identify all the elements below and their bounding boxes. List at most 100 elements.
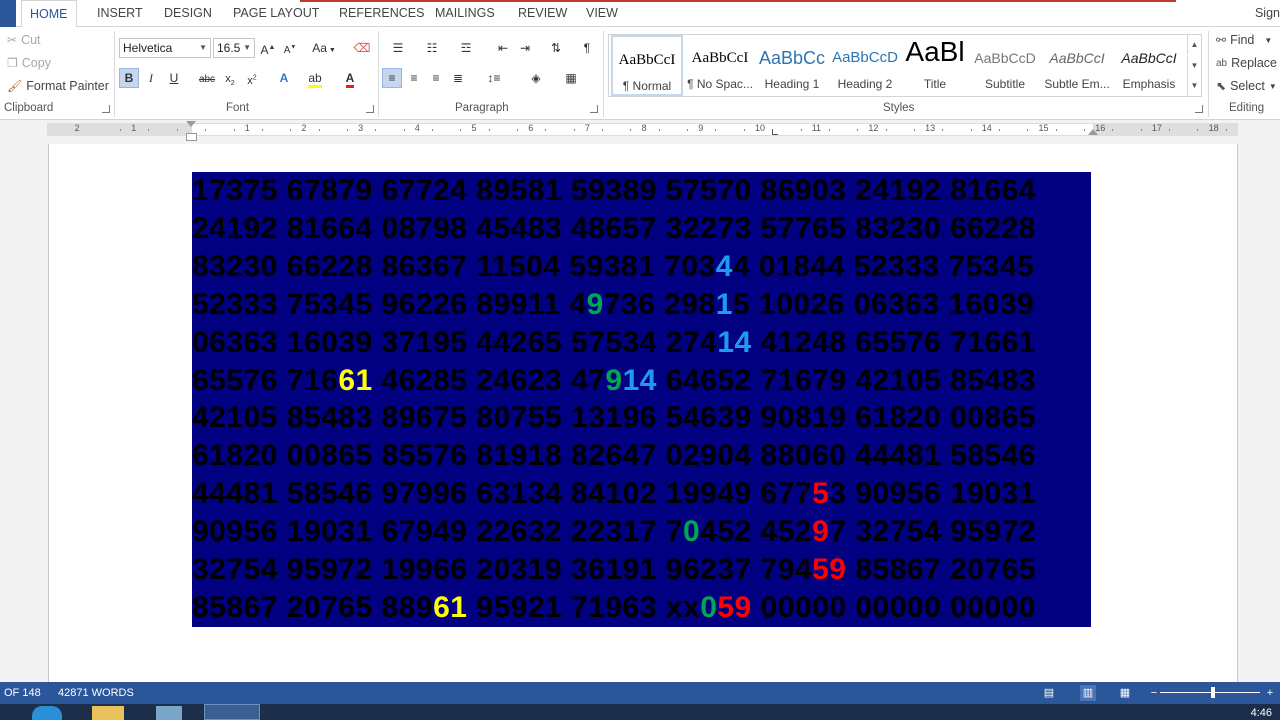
show-marks-button[interactable]: ¶ bbox=[577, 38, 597, 58]
copy-button[interactable]: ❐ Copy bbox=[7, 56, 51, 70]
font-size-box[interactable]: 16.5 ▼ bbox=[213, 38, 255, 58]
gallery-scroll-up-icon[interactable]: ▲ bbox=[1187, 35, 1201, 55]
style-preview: AaBbCcD bbox=[974, 50, 1036, 66]
zoom-out-icon[interactable]: − bbox=[1146, 685, 1162, 701]
ruler-tick bbox=[1169, 129, 1171, 131]
ruler-tick bbox=[290, 129, 292, 131]
subscript-button[interactable]: x2 bbox=[220, 68, 240, 88]
tab-insert[interactable]: INSERT bbox=[97, 0, 143, 27]
tab-mailings[interactable]: MAILINGS bbox=[435, 0, 495, 27]
clear-formatting-button[interactable]: ⌫ bbox=[352, 38, 372, 58]
find-button[interactable]: ⚯ Find ▼ bbox=[1216, 33, 1272, 47]
tab-home[interactable]: HOME bbox=[21, 0, 77, 28]
style-no-spacing[interactable]: AaBbCcI ¶ No Spac... bbox=[684, 35, 756, 96]
file-tab[interactable] bbox=[0, 0, 16, 27]
style-preview: AaBbCcD bbox=[832, 49, 898, 66]
style-subtitle[interactable]: AaBbCcD Subtitle bbox=[969, 35, 1041, 96]
underline-button[interactable]: U bbox=[164, 68, 184, 88]
sign-in-link[interactable]: Sign bbox=[1255, 0, 1280, 27]
strikethrough-button[interactable]: abc bbox=[197, 68, 217, 88]
font-launcher-icon[interactable] bbox=[366, 105, 374, 113]
style-subtle-emphasis[interactable]: AaBbCcI Subtle Em... bbox=[1041, 35, 1113, 96]
style-title[interactable]: AaBl Title bbox=[899, 35, 971, 96]
style-heading-1[interactable]: AaBbCc Heading 1 bbox=[756, 35, 828, 96]
zoom-in-icon[interactable]: + bbox=[1262, 685, 1278, 701]
ruler-number: 14 bbox=[981, 123, 992, 133]
sort-button[interactable]: ⇅ bbox=[546, 38, 566, 58]
ruler-tick bbox=[403, 129, 405, 131]
left-indent-marker[interactable] bbox=[186, 133, 197, 141]
multilevel-list-icon: ☲ bbox=[460, 41, 472, 55]
style-preview: AaBl bbox=[905, 39, 965, 65]
bullets-button[interactable]: ☰ bbox=[384, 38, 412, 58]
number-row: 06363 16039 37195 44265 57534 27414 4124… bbox=[192, 324, 1036, 362]
cut-button[interactable]: ✂ Cut bbox=[7, 33, 41, 47]
grow-font-button[interactable]: A▲ bbox=[258, 38, 278, 58]
taskbar-app-icon[interactable] bbox=[156, 706, 182, 720]
highlight-button[interactable]: ab bbox=[305, 68, 325, 88]
zoom-slider-track[interactable] bbox=[1160, 692, 1260, 693]
styles-launcher-icon[interactable] bbox=[1195, 105, 1203, 113]
line-spacing-button[interactable]: ↕≡ bbox=[480, 68, 508, 88]
justify-button[interactable]: ≣ bbox=[448, 68, 468, 88]
ruler-tick bbox=[431, 129, 433, 131]
page-count[interactable]: OF 148 bbox=[4, 687, 41, 699]
numbering-button[interactable]: ☷ bbox=[418, 38, 446, 58]
font-name-box[interactable]: Helvetica ▼ bbox=[119, 38, 211, 58]
right-indent-marker[interactable] bbox=[1088, 129, 1098, 135]
multilevel-list-button[interactable]: ☲ bbox=[452, 38, 480, 58]
ie-browser-icon[interactable] bbox=[32, 706, 62, 720]
tab-page-layout[interactable]: PAGE LAYOUT bbox=[233, 0, 319, 27]
format-painter-button[interactable]: 🖌 Format Painter bbox=[7, 79, 109, 93]
ruler-number: 2 bbox=[301, 123, 307, 133]
paragraph-launcher-icon[interactable] bbox=[590, 105, 598, 113]
highlighted-digits: 9 bbox=[812, 515, 830, 549]
tab-stop-marker[interactable] bbox=[772, 129, 778, 135]
superscript-button[interactable]: x2 bbox=[242, 68, 262, 88]
italic-button[interactable]: I bbox=[141, 68, 161, 88]
read-mode-icon[interactable]: ▤ bbox=[1041, 685, 1057, 701]
ribbon: ✂ Cut ❐ Copy 🖌 Format Painter Clipboard … bbox=[0, 27, 1280, 120]
number-text: 65576 716 bbox=[192, 363, 339, 397]
tab-review[interactable]: REVIEW bbox=[518, 0, 567, 27]
style-emphasis[interactable]: AaBbCcI Emphasis bbox=[1113, 35, 1185, 96]
align-right-button[interactable]: ≡ bbox=[426, 68, 446, 88]
word-count[interactable]: 42871 WORDS bbox=[58, 687, 134, 699]
tab-references[interactable]: REFERENCES bbox=[339, 0, 424, 27]
ruler-number: 18 bbox=[1208, 123, 1219, 133]
replace-button[interactable]: ab Replace bbox=[1216, 56, 1277, 70]
highlighted-digits: 14 bbox=[622, 363, 657, 397]
bold-button[interactable]: B bbox=[119, 68, 139, 88]
shrink-font-button[interactable]: A▼ bbox=[280, 38, 300, 58]
zoom-slider-thumb[interactable] bbox=[1211, 687, 1215, 698]
style-normal[interactable]: AaBbCcI ¶ Normal bbox=[611, 35, 683, 96]
decrease-indent-button[interactable]: ⇤ bbox=[493, 38, 513, 58]
align-center-button[interactable]: ≡ bbox=[404, 68, 424, 88]
tab-view[interactable]: VIEW bbox=[586, 0, 618, 27]
align-left-button[interactable]: ≡ bbox=[382, 68, 402, 88]
ruler-tick bbox=[913, 129, 915, 131]
word-taskbar-button[interactable] bbox=[204, 704, 260, 720]
ruler-tick bbox=[828, 129, 830, 131]
select-button[interactable]: ⬉ Select ▼ bbox=[1216, 79, 1277, 93]
gallery-more-icon[interactable]: ▼ bbox=[1187, 76, 1201, 96]
clipboard-launcher-icon[interactable] bbox=[102, 105, 110, 113]
gallery-scroll-down-icon[interactable]: ▼ bbox=[1187, 56, 1201, 76]
borders-icon: ▦ bbox=[565, 71, 577, 85]
text-effects-button[interactable]: A bbox=[274, 68, 294, 88]
print-layout-icon[interactable]: ▥ bbox=[1080, 685, 1096, 701]
file-explorer-icon[interactable] bbox=[92, 706, 124, 720]
tab-design[interactable]: DESIGN bbox=[164, 0, 212, 27]
borders-button[interactable]: ▦ bbox=[557, 68, 585, 88]
style-heading-2[interactable]: AaBbCcD Heading 2 bbox=[829, 35, 901, 96]
shading-button[interactable]: ◈ bbox=[522, 68, 550, 88]
change-case-button[interactable]: Aa ▼ bbox=[309, 38, 339, 58]
first-line-indent-marker[interactable] bbox=[186, 121, 196, 127]
number-grid-box[interactable]: 17375 67879 67724 89581 59389 57570 8690… bbox=[192, 172, 1091, 627]
status-bar: OF 148 42871 WORDS ▤ ▥ ▦ − + bbox=[0, 682, 1280, 704]
horizontal-ruler[interactable]: 2 1 1 2 3 4 5 6 7 8 9 10 11 12 13 14 15 16 17 18 bbox=[47, 123, 1238, 136]
number-text: 06363 16039 37195 44265 57534 274 bbox=[192, 325, 718, 359]
increase-indent-button[interactable]: ⇥ bbox=[515, 38, 535, 58]
web-layout-icon[interactable]: ▦ bbox=[1117, 685, 1133, 701]
font-color-button[interactable]: A bbox=[340, 68, 360, 88]
